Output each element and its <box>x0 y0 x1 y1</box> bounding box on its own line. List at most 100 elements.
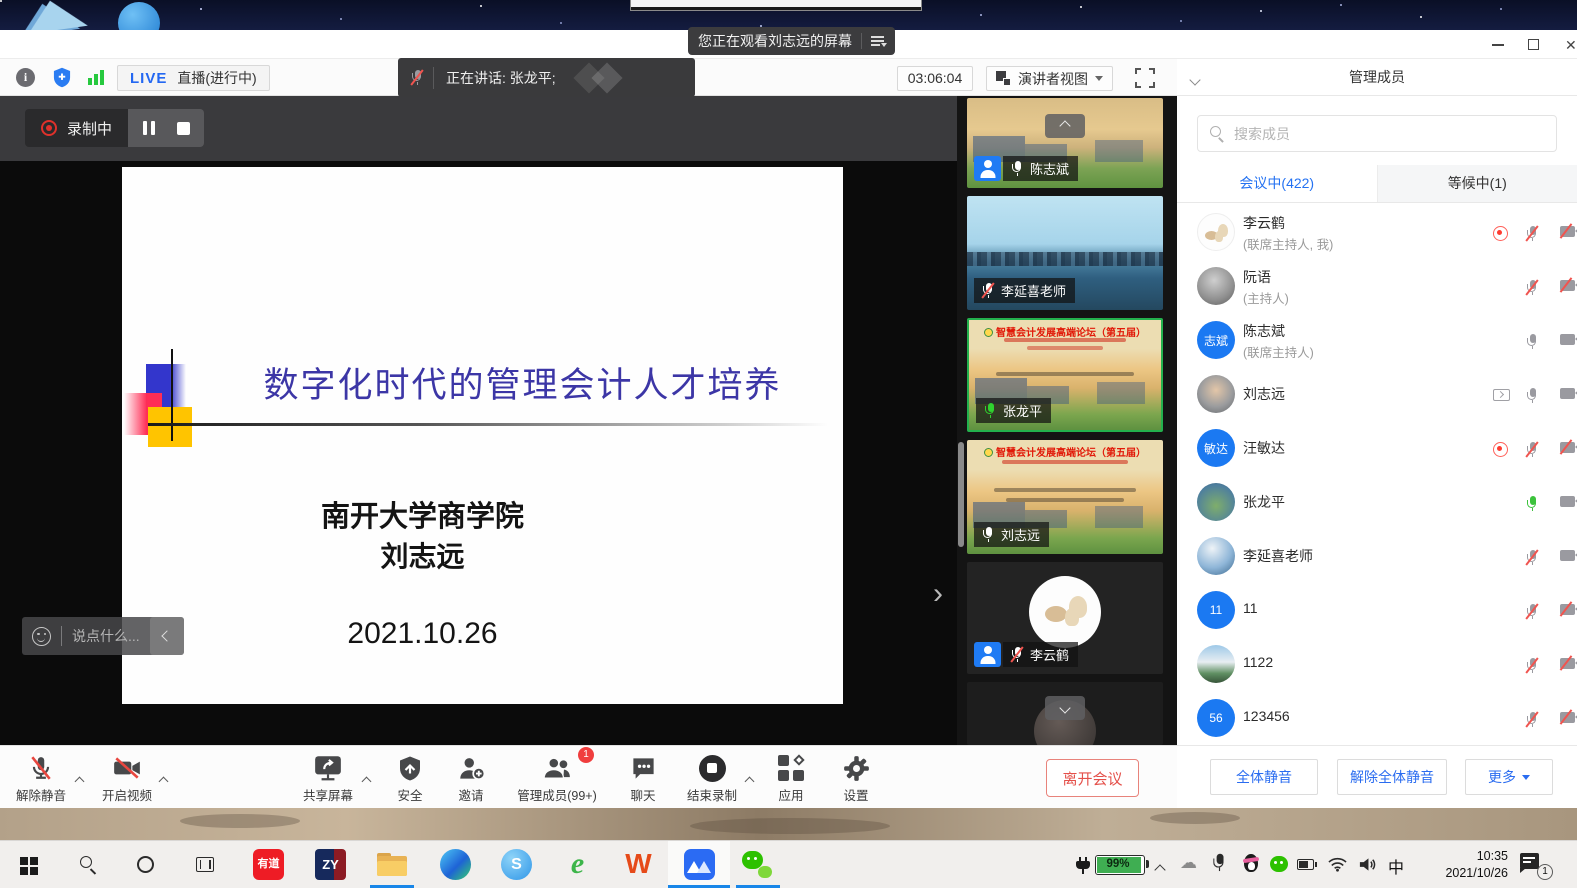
presentation-slide: 数字化时代的管理会计人才培养 南开大学商学院 刘志远 2021.10.26 <box>122 167 843 704</box>
mic-active-icon[interactable] <box>1527 496 1538 512</box>
more-button[interactable]: 更多 <box>1465 759 1553 795</box>
mic-muted-icon[interactable] <box>1527 226 1538 242</box>
camera-muted-icon[interactable] <box>1560 604 1575 615</box>
camera-muted-icon[interactable] <box>1560 442 1575 453</box>
banner-menu-icon[interactable] <box>871 35 885 47</box>
manage-members-button[interactable]: 1 管理成员(99+) <box>502 753 612 804</box>
camera-muted-icon[interactable] <box>1560 280 1575 291</box>
live-status-badge[interactable]: LIVE 直播(进行中) <box>117 65 270 91</box>
profile-badge-icon <box>974 156 1001 181</box>
tab-in-meeting[interactable]: 会议中(422) <box>1177 165 1377 202</box>
quick-chat-bar[interactable]: 说点什么... <box>22 617 184 655</box>
filmstrip-scrollbar[interactable] <box>958 442 964 547</box>
member-row[interactable]: 李延喜老师 <box>1177 529 1577 583</box>
unmute-all-button[interactable]: 解除全体静音 <box>1337 759 1447 795</box>
tile-name: 李延喜老师 <box>1001 281 1066 300</box>
camera-muted-icon[interactable] <box>1560 658 1575 669</box>
stop-recording-button[interactable] <box>168 114 198 142</box>
member-row[interactable]: 56 123456 <box>1177 691 1577 745</box>
camera-icon[interactable] <box>1560 334 1575 345</box>
cortana-icon[interactable] <box>137 856 154 873</box>
action-center-icon[interactable] <box>1520 853 1539 869</box>
mute-all-button[interactable]: 全体静音 <box>1210 759 1318 795</box>
mic-on-icon[interactable] <box>1527 388 1538 404</box>
chat-input-placeholder[interactable]: 说点什么... <box>72 626 140 646</box>
s-browser-icon[interactable]: S <box>501 849 532 880</box>
pause-recording-button[interactable] <box>134 114 164 142</box>
mic-muted-icon[interactable] <box>1527 550 1538 566</box>
internet-explorer-icon[interactable]: e <box>562 847 593 881</box>
member-row[interactable]: 志斌 陈志斌 (联席主持人) <box>1177 313 1577 367</box>
taskbar-clock[interactable]: 10:35 2021/10/26 <box>1408 848 1508 882</box>
video-options-chevron[interactable] <box>160 772 167 790</box>
member-row[interactable]: 张龙平 <box>1177 475 1577 529</box>
mic-muted-icon[interactable] <box>1527 442 1538 458</box>
mic-on-icon[interactable] <box>1527 334 1538 350</box>
zy-reader-app-icon[interactable]: ZY <box>315 849 346 880</box>
onedrive-cloud-icon[interactable]: ☁ <box>1180 853 1197 873</box>
settings-button[interactable]: 设置 <box>811 753 901 804</box>
member-row[interactable]: 1122 <box>1177 637 1577 691</box>
tray-mic-icon[interactable] <box>1213 854 1226 872</box>
start-video-button[interactable]: 开启视频 <box>82 753 172 804</box>
emoji-icon[interactable] <box>32 627 51 646</box>
video-tile[interactable]: 陈志斌 <box>967 98 1163 188</box>
wechat-tray-icon[interactable] <box>1270 856 1288 872</box>
battery-indicator[interactable]: 99% <box>1095 855 1145 875</box>
camera-icon[interactable] <box>1560 550 1575 561</box>
video-tile[interactable]: 李延喜老师 <box>967 196 1163 310</box>
meeting-info-icon[interactable]: i <box>16 68 35 87</box>
minimize-button[interactable] <box>1491 37 1505 51</box>
volume-icon[interactable] <box>1358 856 1377 878</box>
close-button[interactable]: ✕ <box>1563 37 1577 51</box>
youdao-app-icon[interactable]: 有道 <box>253 849 284 880</box>
qq-tray-icon[interactable] <box>1242 854 1260 875</box>
tray-expand-chevron-icon[interactable] <box>1156 861 1164 879</box>
video-tile-partial[interactable] <box>967 682 1163 745</box>
camera-icon[interactable] <box>1560 388 1575 399</box>
start-button[interactable] <box>20 857 37 874</box>
mic-muted-icon[interactable] <box>1527 280 1538 296</box>
file-explorer-icon[interactable] <box>377 853 407 876</box>
unmute-button[interactable]: 解除静音 <box>0 753 86 804</box>
ime-indicator[interactable]: 中 <box>1388 854 1404 878</box>
slide-underline <box>148 423 828 426</box>
wps-office-icon[interactable]: W <box>622 847 655 881</box>
member-row[interactable]: 李云鹤 (联席主持人, 我) <box>1177 205 1577 259</box>
member-row[interactable]: 敏达 汪敏达 <box>1177 421 1577 475</box>
member-row[interactable]: 11 11 <box>1177 583 1577 637</box>
filmstrip-collapse-down-icon[interactable] <box>1045 696 1085 720</box>
fullscreen-icon[interactable] <box>1135 68 1155 88</box>
avatar <box>1197 483 1235 521</box>
edge-browser-icon[interactable] <box>440 849 471 880</box>
member-row[interactable]: 阮语 (主持人) <box>1177 259 1577 313</box>
strip-collapse-chevron-icon[interactable]: › <box>933 577 943 611</box>
tab-waiting[interactable]: 等候中(1) <box>1377 165 1577 202</box>
mic-muted-icon[interactable] <box>1527 604 1538 620</box>
chat-collapse-icon[interactable] <box>150 617 184 655</box>
network-signal-icon[interactable] <box>88 70 104 85</box>
wifi-icon[interactable] <box>1328 856 1347 877</box>
view-mode-dropdown[interactable]: 演讲者视图 <box>986 66 1113 91</box>
security-shield-icon[interactable] <box>52 67 72 88</box>
mic-muted-icon[interactable] <box>1527 712 1538 728</box>
mic-muted-icon[interactable] <box>1527 658 1538 674</box>
wechat-app-icon[interactable] <box>742 849 773 880</box>
tray-battery-icon[interactable] <box>1297 859 1314 870</box>
task-view-icon[interactable] <box>196 857 214 872</box>
video-tile-active-speaker[interactable]: 智慧会计发展高端论坛（第五届） 张龙平 <box>967 318 1163 432</box>
maximize-button[interactable] <box>1527 37 1541 51</box>
camera-muted-icon[interactable] <box>1560 712 1575 723</box>
video-tile[interactable]: 智慧会计发展高端论坛（第五届） 刘志远 <box>967 440 1163 554</box>
member-row[interactable]: 刘志远 <box>1177 367 1577 421</box>
stop-recording-button[interactable]: 结束录制 <box>667 753 757 804</box>
leave-meeting-button[interactable]: 离开会议 <box>1046 759 1139 797</box>
camera-icon[interactable] <box>1560 496 1575 507</box>
video-tile[interactable]: 李云鹤 <box>967 562 1163 674</box>
meeting-app-icon-active[interactable] <box>668 841 730 888</box>
search-input[interactable] <box>1197 115 1557 152</box>
camera-muted-icon[interactable] <box>1560 226 1575 237</box>
share-screen-button[interactable]: 共享屏幕 <box>283 753 373 804</box>
taskbar-search-icon[interactable] <box>80 856 98 874</box>
filmstrip-collapse-up-icon[interactable] <box>1045 114 1085 138</box>
